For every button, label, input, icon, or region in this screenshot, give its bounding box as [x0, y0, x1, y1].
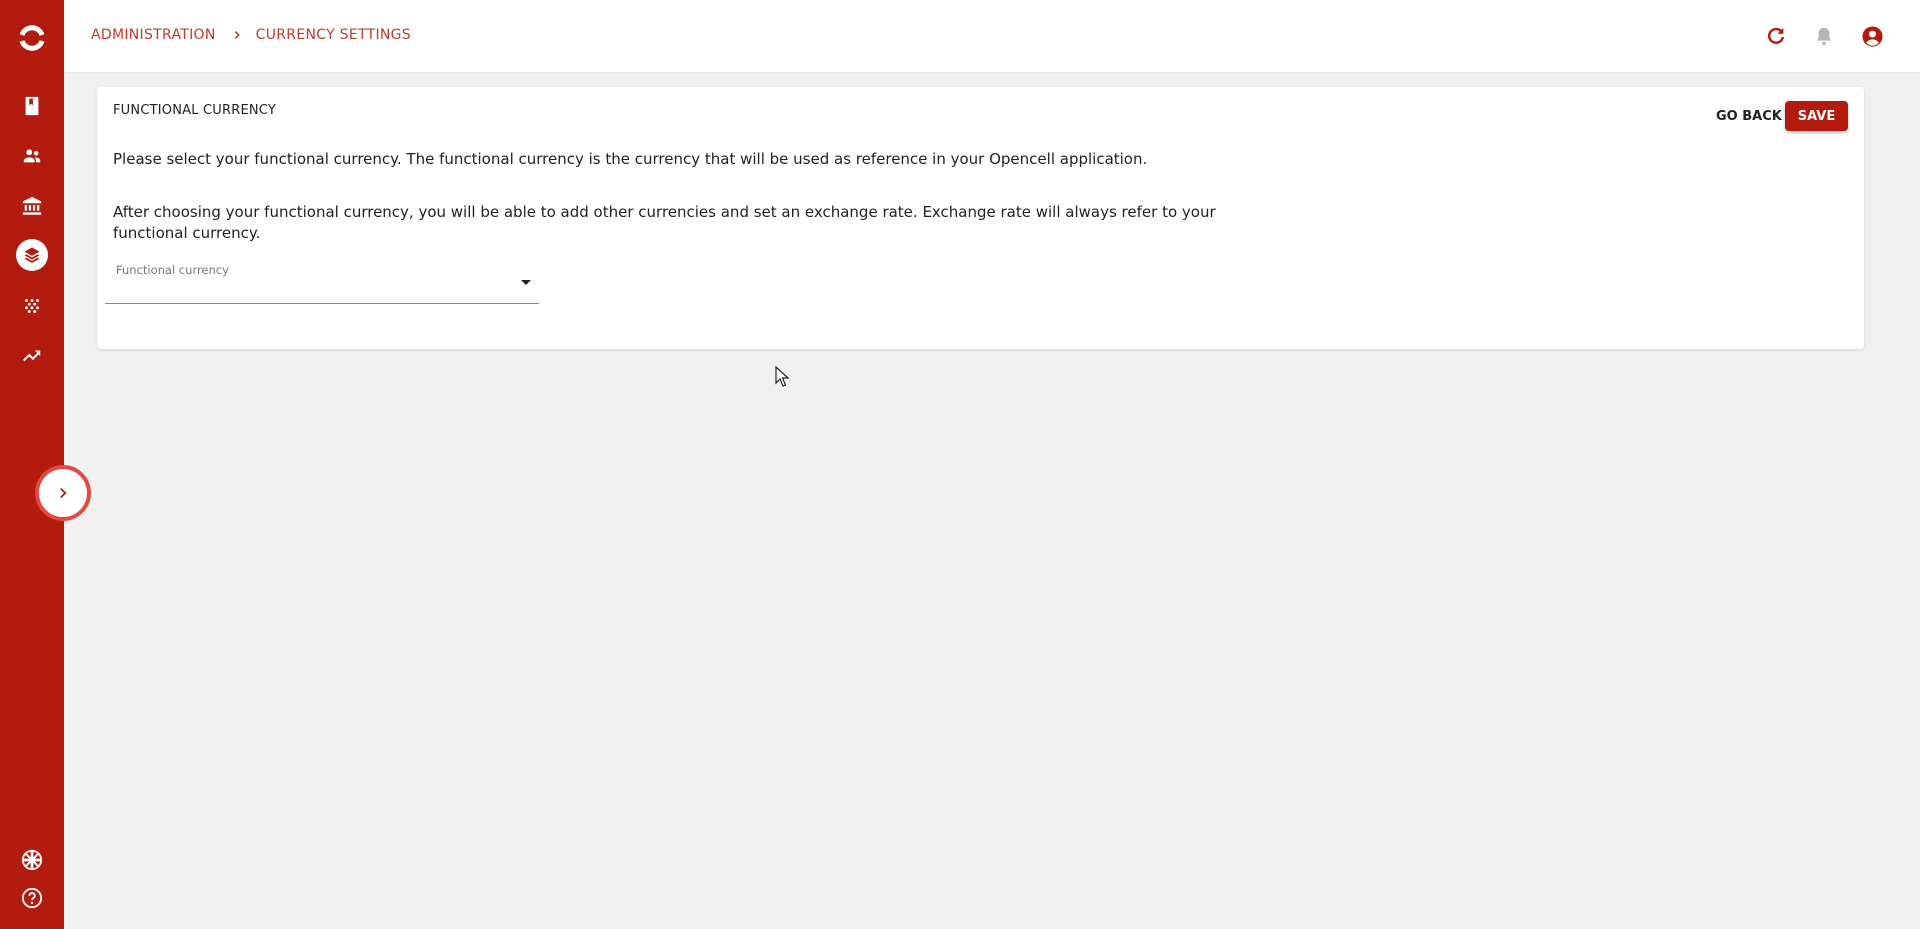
card-title: FUNCTIONAL CURRENCY — [113, 103, 276, 118]
help-button[interactable] — [20, 886, 44, 910]
functional-currency-select[interactable]: Functional currency — [105, 263, 539, 304]
notifications-button[interactable] — [1812, 24, 1836, 48]
top-bar: ADMINISTRATION CURRENCY SETTINGS — [64, 0, 1920, 72]
intro-paragraph: Please select your functional currency. … — [113, 150, 1148, 168]
book-icon — [25, 96, 39, 116]
go-back-button[interactable]: GO BACK — [1706, 101, 1792, 131]
sidebar-item-catalog[interactable] — [20, 94, 44, 118]
account-icon — [1861, 25, 1883, 47]
trending-up-icon — [23, 350, 41, 362]
dropdown-arrow-icon — [521, 280, 531, 285]
breadcrumb-currency-settings[interactable]: CURRENCY SETTINGS — [256, 27, 411, 43]
dots-grid-icon — [25, 299, 39, 313]
functional-currency-card: FUNCTIONAL CURRENCY GO BACK SAVE Please … — [97, 87, 1864, 349]
exchange-rate-paragraph: After choosing your functional currency,… — [113, 203, 1216, 242]
sidebar — [0, 0, 64, 929]
breadcrumb: ADMINISTRATION CURRENCY SETTINGS — [91, 27, 411, 43]
chevron-right-icon — [60, 487, 67, 499]
layers-icon — [24, 247, 40, 263]
sidebar-item-customers[interactable] — [20, 144, 44, 168]
opencell-logo[interactable] — [16, 22, 48, 54]
help-icon — [21, 887, 43, 909]
sidebar-item-administration[interactable] — [16, 239, 48, 271]
breadcrumb-administration[interactable]: ADMINISTRATION — [91, 27, 216, 43]
bank-icon — [22, 196, 42, 215]
chevron-right-icon — [230, 28, 244, 42]
users-icon — [23, 149, 41, 163]
language-selector[interactable] — [20, 848, 44, 872]
mouse-cursor-icon — [775, 366, 789, 387]
sidebar-item-operations[interactable] — [20, 294, 44, 318]
sidebar-item-reports[interactable] — [20, 344, 44, 368]
sidebar-item-finance[interactable] — [20, 194, 44, 218]
save-button[interactable]: SAVE — [1785, 101, 1848, 131]
account-button[interactable] — [1860, 24, 1884, 48]
refresh-icon — [1768, 27, 1785, 44]
refresh-button[interactable] — [1764, 24, 1788, 48]
uk-flag-icon — [21, 849, 43, 871]
select-label: Functional currency — [116, 263, 229, 277]
bell-icon — [1816, 27, 1832, 46]
sidebar-expand-button[interactable] — [35, 465, 91, 521]
